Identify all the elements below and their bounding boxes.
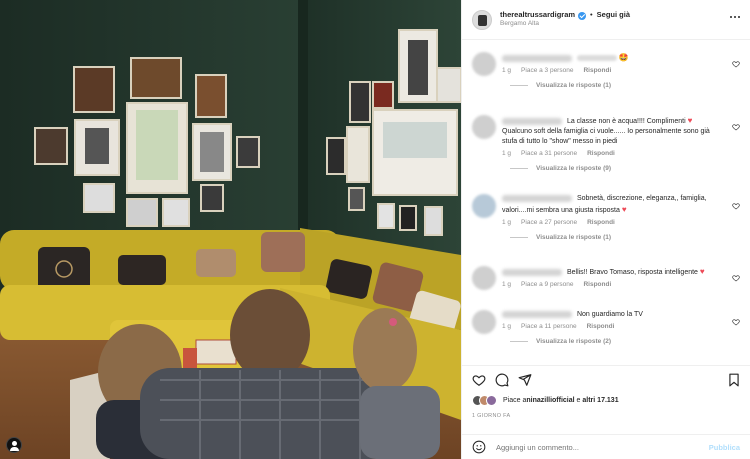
- view-replies-button[interactable]: Visualizza le risposte (2): [510, 338, 740, 345]
- comment-item: Non guardiamo la TV 1 g Piace a 11 perso…: [472, 310, 740, 345]
- comment-likes[interactable]: Piace a 31 persone: [521, 150, 577, 157]
- publish-button[interactable]: Pubblica: [709, 443, 740, 452]
- verified-badge-icon: [578, 11, 587, 20]
- comment-bubble-icon[interactable]: [495, 373, 509, 387]
- comment-text: Sobnetà, discrezione, eleganza,, famigli…: [502, 194, 707, 215]
- comment-item: Bellis!! Bravo Tomaso, risposta intellig…: [472, 266, 740, 290]
- view-replies-button[interactable]: Visualizza le risposte (1): [510, 234, 740, 241]
- comment-likes[interactable]: Piace a 9 persone: [521, 281, 573, 288]
- author-username[interactable]: therealtrussardigram: [500, 11, 575, 20]
- post-photo[interactable]: [0, 0, 461, 459]
- comment-text: Non guardiamo la TV: [502, 310, 740, 320]
- red-heart-icon: ♥: [687, 116, 693, 125]
- commenter-username[interactable]: [502, 310, 572, 318]
- post-side-panel: therealtrussardigram • Segui già Bergamo…: [461, 0, 750, 459]
- reply-button[interactable]: Rispondi: [587, 323, 615, 330]
- commenter-username[interactable]: [502, 268, 562, 276]
- emoji-smiley-icon[interactable]: [472, 440, 486, 454]
- commenter-avatar[interactable]: [472, 52, 496, 76]
- likes-summary: Piace a ninazilliofficial e altri 17.131: [472, 395, 740, 406]
- reply-button[interactable]: Rispondi: [583, 67, 611, 74]
- commenter-avatar[interactable]: [472, 194, 496, 218]
- comment-time: 1 g: [502, 323, 512, 331]
- separator-dot: •: [590, 10, 593, 20]
- comment-meta: 1 g Piace a 9 persone Rispondi: [502, 281, 740, 288]
- comment-time: 1 g: [502, 219, 512, 227]
- like-comment-heart-icon[interactable]: [732, 60, 740, 68]
- comment-likes[interactable]: Piace a 3 persone: [521, 67, 573, 74]
- like-comment-heart-icon[interactable]: [732, 274, 740, 282]
- comment-emoji: 🤩: [618, 53, 629, 62]
- follow-button[interactable]: Segui già: [597, 11, 630, 20]
- comment-meta: 1 g Piace a 11 persone Rispondi: [502, 323, 740, 330]
- comment-time: 1 g: [502, 67, 512, 75]
- red-heart-icon: ♥: [699, 267, 705, 276]
- post-actions-bar: [462, 365, 750, 393]
- commenter-avatar[interactable]: [472, 266, 496, 290]
- add-comment-bar: Pubblica: [462, 434, 750, 459]
- comment-item: 🤩 1 g Piace a 3 persone Rispondi Visuali…: [472, 52, 740, 89]
- commenter-username[interactable]: [502, 194, 572, 202]
- comment-meta: 1 g Piace a 27 persone Rispondi: [502, 219, 740, 226]
- commenter-avatar[interactable]: [472, 310, 496, 334]
- commenter-username[interactable]: [502, 117, 562, 125]
- more-options-icon[interactable]: [730, 16, 740, 18]
- comment-text: La classe non è acqua!!!! Complimenti ♥ …: [502, 116, 710, 146]
- comment-item: La classe non è acqua!!!! Complimenti ♥ …: [472, 115, 740, 172]
- commenter-username[interactable]: [502, 54, 572, 62]
- liker-username[interactable]: ninazilliofficial: [526, 397, 574, 404]
- like-heart-icon[interactable]: [472, 373, 486, 387]
- living-room-image: [0, 0, 461, 459]
- commenter-avatar[interactable]: [472, 115, 496, 139]
- tagged-user-icon[interactable]: [6, 437, 22, 453]
- comment-likes[interactable]: Piace a 27 persone: [521, 219, 577, 226]
- comment-item: Sobnetà, discrezione, eleganza,, famigli…: [472, 194, 740, 241]
- comments-list[interactable]: 🤩 1 g Piace a 3 persone Rispondi Visuali…: [462, 40, 750, 365]
- like-comment-heart-icon[interactable]: [732, 202, 740, 210]
- like-comment-heart-icon[interactable]: [732, 123, 740, 131]
- other-likes-link[interactable]: altri 17.131: [582, 397, 618, 404]
- reply-button[interactable]: Rispondi: [587, 150, 615, 157]
- comment-meta: 1 g Piace a 3 persone Rispondi: [502, 67, 740, 74]
- post-date: 1 GIORNO FA: [472, 413, 511, 419]
- like-comment-heart-icon[interactable]: [732, 318, 740, 326]
- reply-button[interactable]: Rispondi: [587, 219, 615, 226]
- comment-text: Bellis!! Bravo Tomaso, risposta intellig…: [502, 266, 740, 278]
- view-replies-button[interactable]: Visualizza le risposte (9): [510, 165, 740, 172]
- liker-avatars: [472, 395, 497, 406]
- post-location[interactable]: Bergamo Alta: [500, 20, 630, 27]
- post-header: therealtrussardigram • Segui già Bergamo…: [462, 0, 750, 40]
- view-replies-button[interactable]: Visualizza le risposte (1): [510, 82, 740, 89]
- reply-button[interactable]: Rispondi: [583, 281, 611, 288]
- comment-meta: 1 g Piace a 31 persone Rispondi: [502, 150, 740, 157]
- comment-text: 🤩: [502, 52, 740, 64]
- comment-input[interactable]: [496, 442, 709, 452]
- red-heart-icon: ♥: [621, 205, 627, 215]
- comment-time: 1 g: [502, 281, 512, 289]
- comment-likes[interactable]: Piace a 11 persone: [521, 323, 577, 330]
- share-paper-plane-icon[interactable]: [518, 373, 532, 387]
- save-bookmark-icon[interactable]: [728, 373, 740, 387]
- comment-time: 1 g: [502, 150, 512, 158]
- author-avatar[interactable]: [472, 9, 492, 30]
